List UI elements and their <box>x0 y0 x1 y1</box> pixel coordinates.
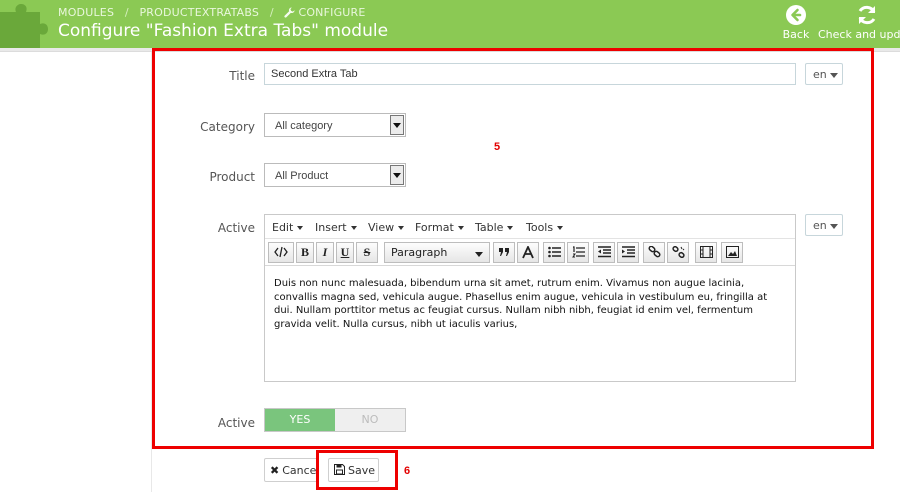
page-title: Configure "Fashion Extra Tabs" module <box>58 21 389 41</box>
puzzle-icon <box>0 4 48 48</box>
annotation-label-main: 5 <box>494 141 501 153</box>
back-label: Back <box>782 28 810 41</box>
refresh-icon <box>858 5 876 25</box>
breadcrumb-separator: / <box>269 5 274 19</box>
back-button[interactable]: Back <box>780 4 812 41</box>
breadcrumb-modules[interactable]: MODULES <box>58 6 114 19</box>
breadcrumb-productextratabs[interactable]: PRODUCTEXTRATABS <box>139 6 259 19</box>
annotation-box-main <box>152 48 874 449</box>
page-header: MODULES / PRODUCTEXTRATABS / CONFIGURE C… <box>0 0 900 48</box>
left-column <box>0 52 152 492</box>
breadcrumb: MODULES / PRODUCTEXTRATABS / CONFIGURE <box>58 5 366 19</box>
annotation-label-save: 6 <box>404 465 411 477</box>
back-arrow-icon <box>786 5 806 25</box>
breadcrumb-configure: CONFIGURE <box>298 5 366 19</box>
page: MODULES / PRODUCTEXTRATABS / CONFIGURE C… <box>0 0 900 492</box>
cancel-button[interactable]: ✖ Cancel <box>264 458 318 482</box>
wrench-icon <box>284 6 295 18</box>
annotation-box-save <box>316 450 398 490</box>
check-update-label: Check and update <box>818 28 900 41</box>
check-update-button[interactable]: Check and update <box>818 4 900 41</box>
close-icon: ✖ <box>270 464 280 477</box>
breadcrumb-separator: / <box>124 5 129 19</box>
cancel-label: Cancel <box>282 464 318 477</box>
